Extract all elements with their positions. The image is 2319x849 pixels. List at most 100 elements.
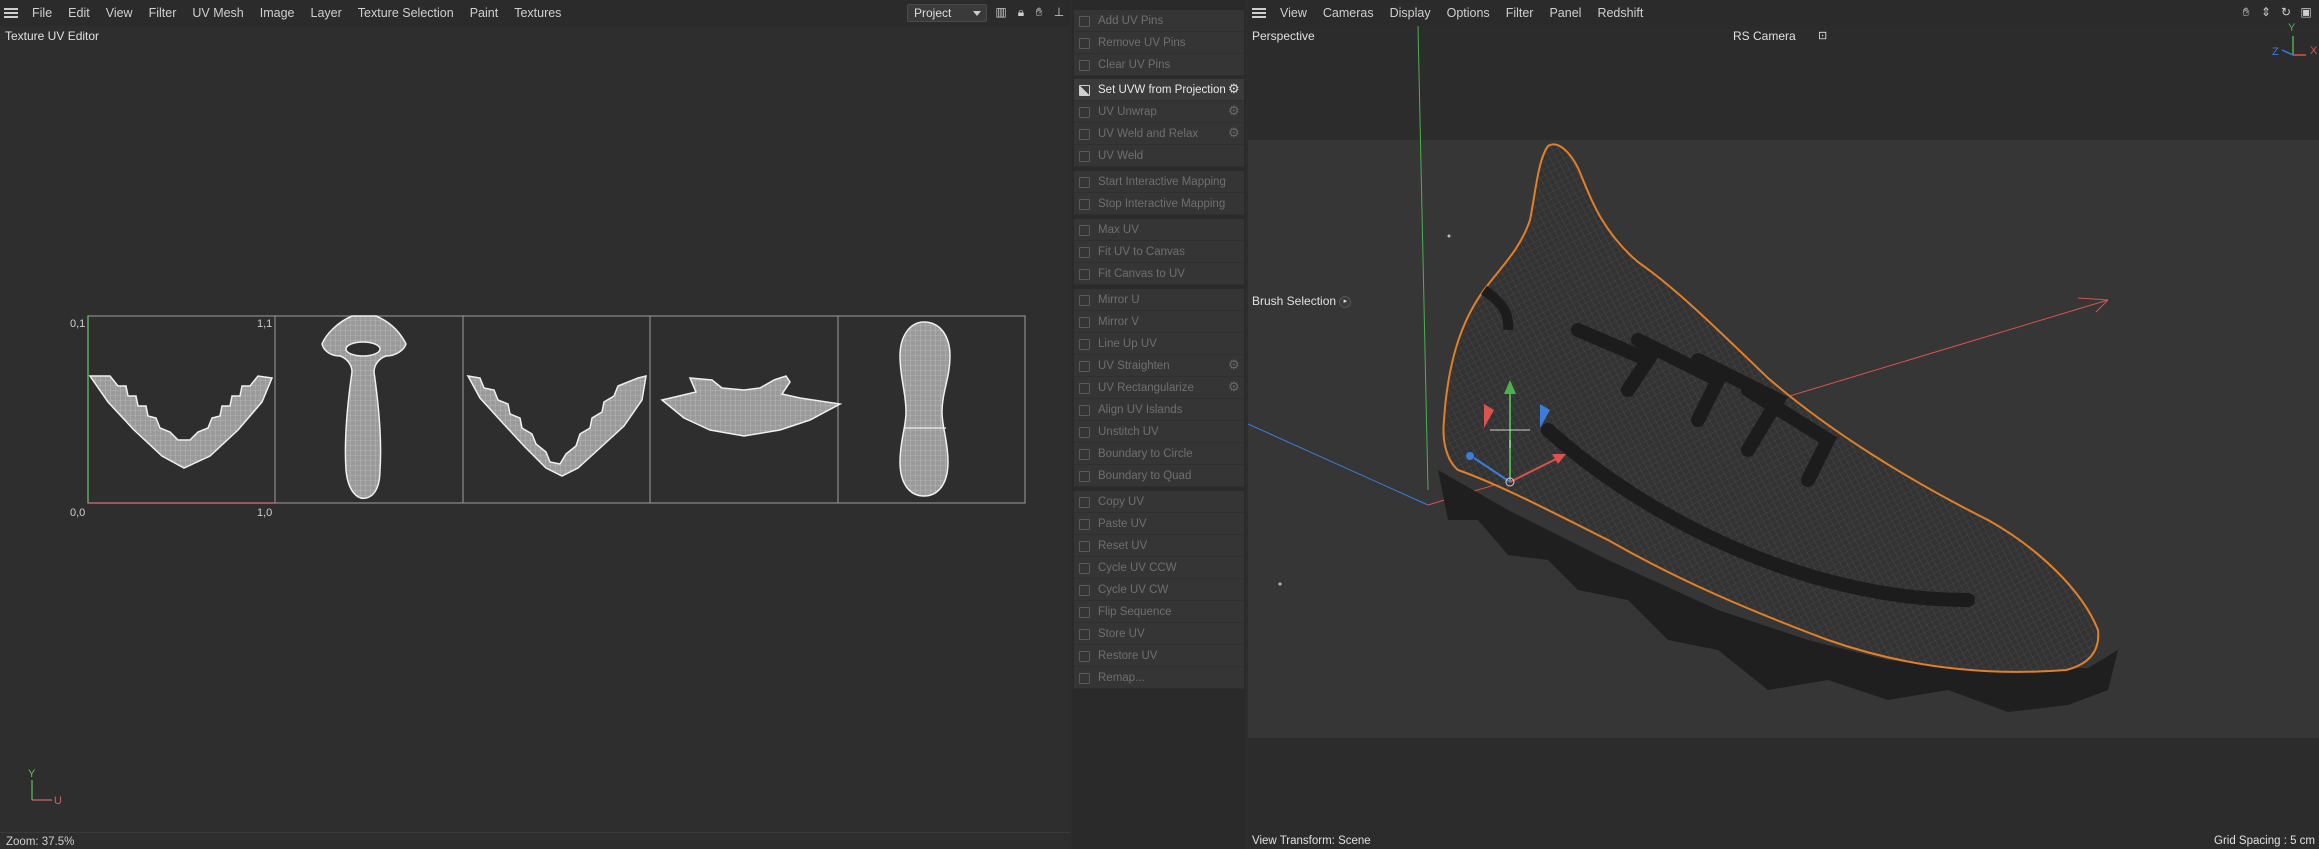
unwrap-icon — [1079, 107, 1090, 118]
brush-selection-label[interactable]: Brush Selection ▸ — [1252, 294, 1352, 308]
command-uv-weld-and-relax[interactable]: UV Weld and Relax ⚙ — [1074, 123, 1244, 145]
command-label: Restore UV — [1098, 650, 1158, 662]
command-label: Flip Sequence — [1098, 606, 1172, 618]
camera-link-icon[interactable]: ⊡ — [1818, 29, 1827, 42]
command-stop-interactive-mapping[interactable]: Stop Interactive Mapping — [1074, 193, 1244, 215]
command-label: Remap... — [1098, 672, 1145, 684]
uv-island-5[interactable] — [899, 321, 951, 497]
command-cycle-uv-cw[interactable]: Cycle UV CW — [1074, 579, 1244, 601]
play-icon[interactable]: ▸ — [1339, 295, 1352, 308]
viewport-canvas[interactable] — [1248, 0, 2319, 849]
command-store-uv[interactable]: Store UV — [1074, 623, 1244, 645]
command-uv-rectangularize[interactable]: UV Rectangularize ⚙ — [1074, 377, 1244, 399]
camera-name[interactable]: RS Camera — [1733, 29, 1796, 43]
command-label: UV Rectangularize — [1098, 382, 1194, 394]
command-restore-uv[interactable]: Restore UV — [1074, 645, 1244, 667]
uv-editor-panel: File Edit View Filter UV Mesh Image Laye… — [0, 0, 1070, 849]
close-icon — [1079, 60, 1090, 71]
unstitch-icon — [1079, 427, 1090, 438]
command-paste-uv[interactable]: Paste UV — [1074, 513, 1244, 535]
command-max-uv[interactable]: Max UV — [1074, 219, 1244, 241]
command-unstitch-uv[interactable]: Unstitch UV — [1074, 421, 1244, 443]
stop-icon — [1079, 199, 1090, 210]
command-line-up-uv[interactable]: Line Up UV — [1074, 333, 1244, 355]
rotate-ccw-icon — [1079, 563, 1090, 574]
command-flip-sequence[interactable]: Flip Sequence — [1074, 601, 1244, 623]
command-cycle-uv-ccw[interactable]: Cycle UV CCW — [1074, 557, 1244, 579]
command-reset-uv[interactable]: Reset UV — [1074, 535, 1244, 557]
orientation-x-label: X — [2310, 45, 2318, 57]
command-label: UV Unwrap — [1098, 106, 1157, 118]
command-label: Stop Interactive Mapping — [1098, 198, 1226, 210]
command-label: Cycle UV CW — [1098, 584, 1169, 596]
uv-island-4[interactable] — [660, 375, 843, 437]
command-label: Cycle UV CCW — [1098, 562, 1177, 574]
command-set-uvw-from-projection[interactable]: Set UVW from Projection ⚙ — [1074, 79, 1244, 101]
command-group-interactive: Start Interactive Mapping Stop Interacti… — [1074, 171, 1244, 215]
command-label: Copy UV — [1098, 496, 1145, 508]
uv-axis-u-label: U — [54, 795, 62, 807]
command-label: Add UV Pins — [1098, 15, 1164, 27]
command-add-uv-pins[interactable]: Add UV Pins — [1074, 10, 1244, 32]
view-name[interactable]: Perspective — [1252, 29, 1315, 43]
command-boundary-to-circle[interactable]: Boundary to Circle — [1074, 443, 1244, 465]
paste-icon — [1079, 519, 1090, 530]
command-mirror-v[interactable]: Mirror V — [1074, 311, 1244, 333]
command-label: Mirror U — [1098, 294, 1140, 306]
projection-icon — [1079, 85, 1090, 96]
command-label: Remove UV Pins — [1098, 37, 1186, 49]
gear-icon[interactable]: ⚙ — [1228, 380, 1240, 393]
command-group-transform: Mirror U Mirror V Line Up UV UV Straight… — [1074, 289, 1244, 487]
rectangularize-icon — [1079, 383, 1090, 394]
uv-island-1[interactable] — [88, 375, 274, 469]
uv-commands-panel: Add UV Pins Remove UV Pins Clear UV Pins… — [1072, 0, 1246, 849]
command-label: Line Up UV — [1098, 338, 1157, 350]
reset-icon — [1079, 541, 1090, 552]
uv-canvas[interactable] — [0, 0, 1070, 849]
command-remove-uv-pins[interactable]: Remove UV Pins — [1074, 32, 1244, 54]
command-label: Fit Canvas to UV — [1098, 268, 1185, 280]
command-label: Clear UV Pins — [1098, 59, 1171, 71]
command-label: Boundary to Quad — [1098, 470, 1192, 482]
command-label: Boundary to Circle — [1098, 448, 1193, 460]
view-orientation-gizmo[interactable] — [2281, 36, 2306, 56]
command-group-fit: Max UV Fit UV to Canvas Fit Canvas to UV — [1074, 219, 1244, 285]
command-clear-uv-pins[interactable]: Clear UV Pins — [1074, 54, 1244, 76]
command-group-pins: Add UV Pins Remove UV Pins Clear UV Pins — [1074, 10, 1244, 76]
command-remap[interactable]: Remap... — [1074, 667, 1244, 689]
flip-icon — [1079, 607, 1090, 618]
command-copy-uv[interactable]: Copy UV — [1074, 491, 1244, 513]
gear-icon[interactable]: ⚙ — [1228, 126, 1240, 139]
command-label: UV Weld — [1098, 150, 1144, 162]
command-fit-uv-to-canvas[interactable]: Fit UV to Canvas — [1074, 241, 1244, 263]
command-mirror-u[interactable]: Mirror U — [1074, 289, 1244, 311]
uv-axis-v-label: Y — [28, 768, 36, 780]
command-start-interactive-mapping[interactable]: Start Interactive Mapping — [1074, 171, 1244, 193]
store-icon — [1079, 629, 1090, 640]
command-boundary-to-quad[interactable]: Boundary to Quad — [1074, 465, 1244, 487]
view-transform-status: View Transform: Scene — [1252, 835, 1371, 847]
command-fit-canvas-to-uv[interactable]: Fit Canvas to UV — [1074, 263, 1244, 285]
command-uv-weld[interactable]: UV Weld — [1074, 145, 1244, 167]
align-icon — [1079, 405, 1090, 416]
command-label: Max UV — [1098, 224, 1139, 236]
orientation-y-label: Y — [2288, 22, 2296, 34]
pin-add-icon — [1079, 16, 1090, 27]
command-label: Reset UV — [1098, 540, 1148, 552]
straighten-icon — [1079, 361, 1090, 372]
command-label: Align UV Islands — [1098, 404, 1183, 416]
brush-selection-text: Brush Selection — [1252, 294, 1337, 308]
zoom-readout: Zoom: 37.5% — [6, 836, 75, 848]
status-divider — [0, 832, 1070, 833]
gear-icon[interactable]: ⚙ — [1228, 82, 1240, 95]
uv-island-3[interactable] — [466, 374, 647, 477]
command-uv-straighten[interactable]: UV Straighten ⚙ — [1074, 355, 1244, 377]
gear-icon[interactable]: ⚙ — [1228, 104, 1240, 117]
uv-island-2-hole — [345, 341, 381, 357]
command-align-uv-islands[interactable]: Align UV Islands — [1074, 399, 1244, 421]
mirror-u-icon — [1079, 295, 1090, 306]
command-label: Set UVW from Projection — [1098, 84, 1226, 96]
command-uv-unwrap[interactable]: UV Unwrap ⚙ — [1074, 101, 1244, 123]
gear-icon[interactable]: ⚙ — [1228, 358, 1240, 371]
orientation-z-label: Z — [2272, 46, 2279, 58]
